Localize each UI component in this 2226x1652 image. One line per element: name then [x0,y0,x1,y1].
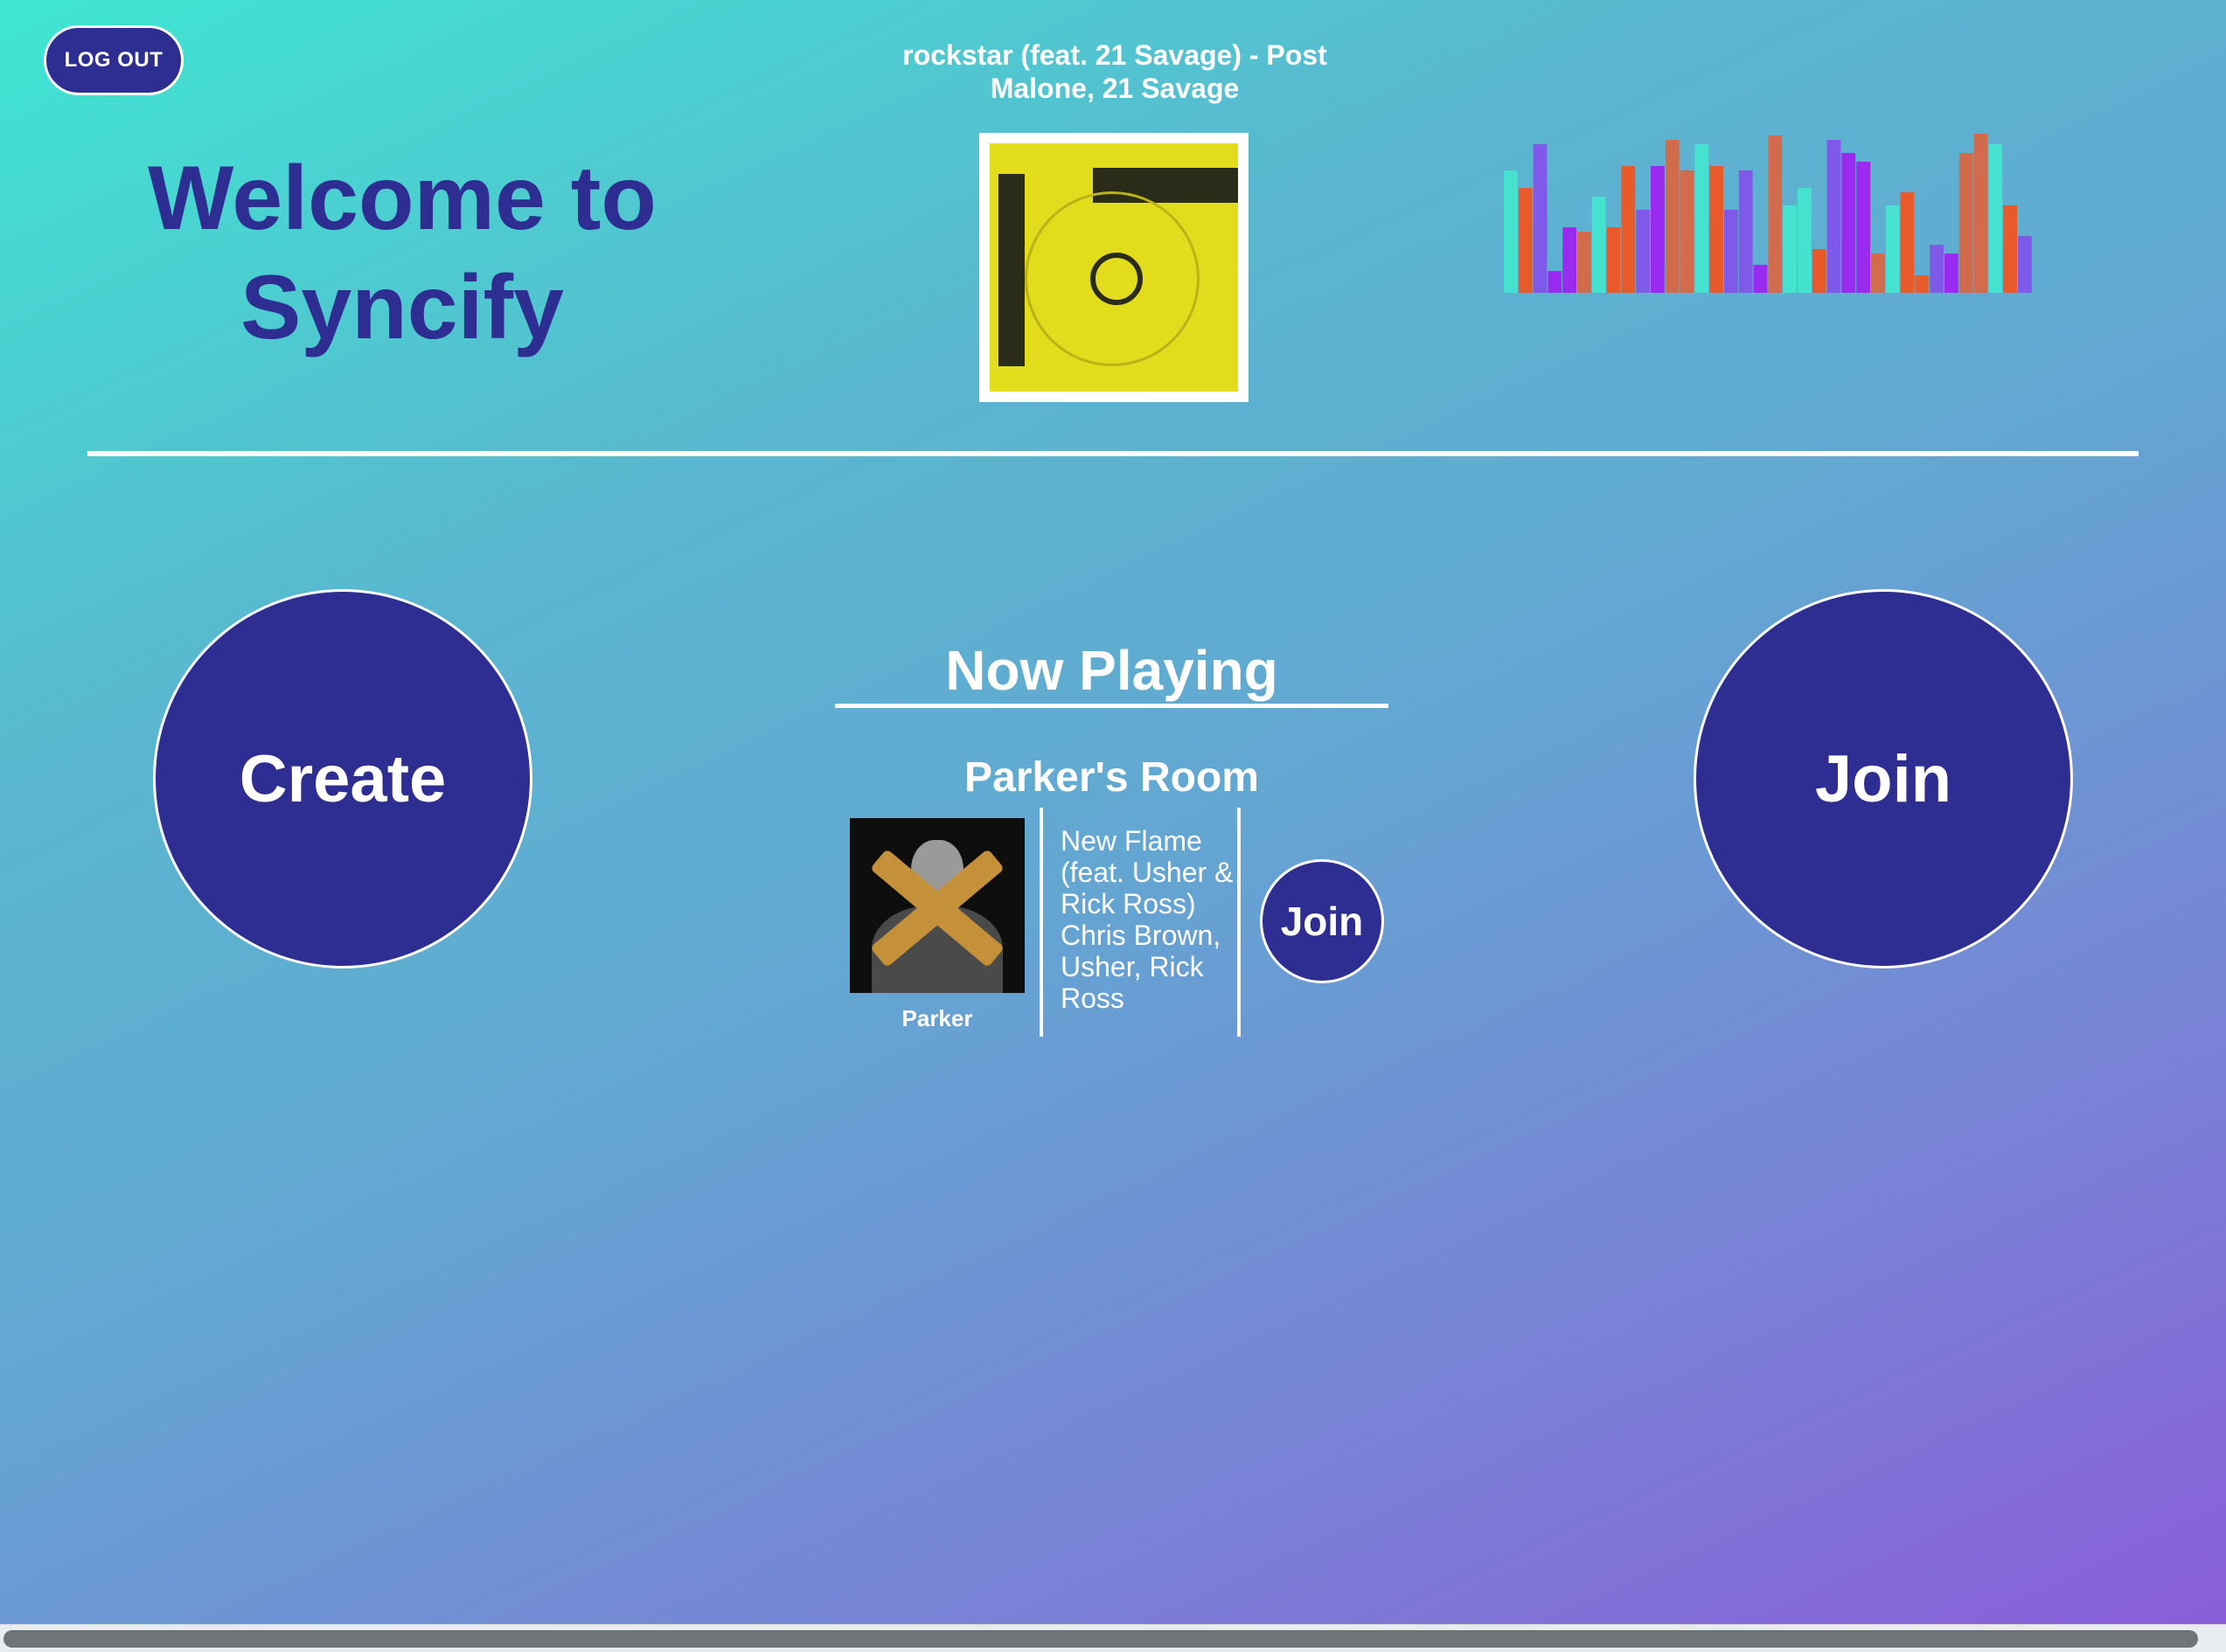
now-playing-underline [835,704,1388,708]
welcome-line-2: Syncify [240,257,564,358]
visualizer-bar [1724,210,1738,293]
visualizer-bar [1798,188,1812,293]
visualizer-bar [1783,205,1797,293]
welcome-line-1: Welcome to [148,148,657,249]
visualizer-bar [1606,227,1621,293]
room-divider-right [1237,808,1241,1037]
visualizer-bar [1548,271,1562,293]
visualizer-bar [1533,144,1548,293]
visualizer-bar [1680,170,1694,293]
album-cover-icon [979,133,1249,402]
visualizer-bar [1738,170,1753,293]
visualizer-bar [1812,249,1826,293]
current-track-line-1: rockstar (feat. 21 Savage) - Post [902,39,1327,71]
visualizer-bar [1973,134,1988,293]
visualizer-bar [1930,245,1944,293]
join-room-button[interactable]: Join [1260,859,1384,983]
visualizer-bar [1944,253,1958,293]
visualizer-bar [1885,205,1900,293]
join-button[interactable]: Join [1694,589,2073,968]
visualizer-bar [2003,205,2017,293]
visualizer-bar [1577,232,1591,293]
visualizer-bar [1665,140,1680,293]
visualizer-bar [2018,236,2032,293]
x-album-cover-icon [850,818,1025,993]
room-song-info: New Flame (feat. Usher & Rick Ross) Chri… [1061,825,1234,1014]
visualizer-bar [1958,153,1973,293]
current-track-title: rockstar (feat. 21 Savage) - Post Malone… [866,38,1364,105]
visualizer-bar [1562,227,1576,293]
audio-visualizer-icon [1504,134,2032,293]
visualizer-bar [1709,166,1723,293]
welcome-heading: Welcome to Syncify [114,144,691,363]
visualizer-bar [1768,135,1783,293]
visualizer-bar [1871,253,1885,293]
room-divider-left [1040,808,1043,1037]
visualizer-bar [1651,166,1665,293]
room-name: Parker's Room [964,754,1259,801]
horizontal-scrollbar-thumb[interactable] [3,1630,2198,1648]
visualizer-bar [1826,140,1841,293]
now-playing-heading: Now Playing [945,639,1278,702]
room-host-name: Parker [901,1005,973,1031]
visualizer-bar [1856,162,1870,293]
visualizer-bar [1900,192,1915,293]
visualizer-bar [1988,144,2003,293]
logout-button[interactable]: LOG OUT [44,25,184,95]
visualizer-bar [1518,188,1533,293]
visualizer-bar [1753,265,1768,293]
visualizer-bar [1504,170,1518,293]
create-room-button[interactable]: Create [153,589,532,968]
header-divider [87,451,2139,456]
visualizer-bar [1621,166,1636,293]
visualizer-bar [1636,210,1650,293]
visualizer-bar [1841,153,1856,293]
current-track-line-2: Malone, 21 Savage [990,73,1240,104]
visualizer-bar [1915,275,1930,293]
visualizer-bar [1591,197,1606,293]
visualizer-bar [1694,144,1709,293]
